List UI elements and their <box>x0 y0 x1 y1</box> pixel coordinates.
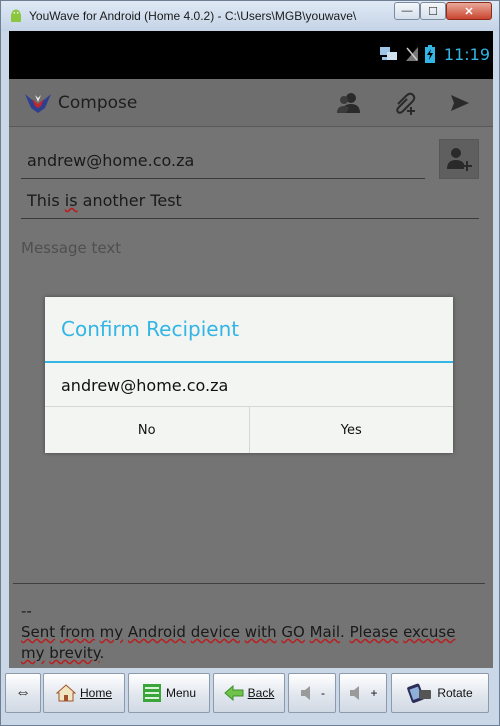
youwave-toolbar: ⇔ Home Menu Back - + Rotate <box>1 669 499 717</box>
to-field[interactable]: andrew@home.co.za <box>21 151 425 179</box>
action-bar-title: Compose <box>58 93 138 113</box>
message-body-field[interactable]: Message text <box>21 239 121 257</box>
add-contact-button[interactable] <box>439 139 479 179</box>
volume-down-label: - <box>321 686 325 700</box>
subject-misspelled-word: is <box>64 191 78 210</box>
app-logo-icon[interactable] <box>23 92 53 114</box>
dialog-title: Confirm Recipient <box>61 317 240 341</box>
add-person-icon <box>447 148 472 171</box>
close-button[interactable]: ✕ <box>446 2 492 20</box>
speaker-icon <box>301 686 310 700</box>
menu-icon <box>142 684 161 702</box>
status-icons <box>379 45 435 63</box>
signature-separator: -- <box>21 602 32 620</box>
dialog-buttons: No Yes <box>45 406 453 453</box>
signature-text: Sent from my Android device with GO Mail… <box>21 623 456 662</box>
rotate-device-icon <box>407 683 432 703</box>
signature-divider <box>13 583 485 584</box>
network-icon <box>380 47 397 60</box>
swap-button[interactable]: ⇔ <box>5 673 41 713</box>
people-icon <box>337 93 360 113</box>
menu-button[interactable]: Menu <box>128 673 210 713</box>
android-app-icon <box>11 9 21 22</box>
send-action[interactable] <box>445 89 475 117</box>
maximize-button[interactable]: ☐ <box>420 2 446 20</box>
dialog-title-divider <box>45 361 453 363</box>
status-time: 11:19 <box>443 45 490 64</box>
confirm-recipient-dialog: Confirm Recipient andrew@home.co.za No Y… <box>45 297 453 453</box>
no-button[interactable]: No <box>45 407 249 453</box>
action-bar: Compose <box>9 79 493 127</box>
rotate-label: Rotate <box>437 686 473 700</box>
contacts-action[interactable] <box>334 89 364 117</box>
volume-down-button[interactable]: - <box>288 673 336 713</box>
subject-text: This <box>27 191 65 210</box>
battery-icon <box>425 45 435 63</box>
swap-icon: ⇔ <box>15 684 31 701</box>
attach-action[interactable] <box>390 89 420 117</box>
signature-block[interactable]: -- Sent from my Android device with GO M… <box>21 601 483 664</box>
subject-text-rest: another Test <box>77 191 182 210</box>
back-label: Back <box>247 686 275 700</box>
volume-up-label: + <box>370 686 378 700</box>
subject-field[interactable]: This is another Test <box>21 191 479 219</box>
back-arrow-icon <box>223 685 244 701</box>
window-titlebar[interactable]: YouWave for Android (Home 4.0.2) - C:\Us… <box>1 1 499 31</box>
yes-button[interactable]: Yes <box>248 407 454 453</box>
back-button[interactable]: Back <box>213 673 285 713</box>
send-icon <box>451 95 469 111</box>
no-signal-icon <box>406 47 418 61</box>
speaker-icon <box>350 686 360 700</box>
status-bar: 11:19 <box>9 31 493 79</box>
home-label: Home <box>79 686 112 700</box>
home-icon <box>55 684 76 702</box>
volume-up-button[interactable]: + <box>339 673 387 713</box>
android-screen: 11:19 Compose andrew@home.co.za This is … <box>9 31 493 668</box>
home-button[interactable]: Home <box>43 673 125 713</box>
minimize-button[interactable]: — <box>394 2 420 20</box>
paperclip-icon <box>396 92 416 115</box>
dialog-message: andrew@home.co.za <box>61 376 229 395</box>
youwave-window: YouWave for Android (Home 4.0.2) - C:\Us… <box>0 0 500 726</box>
menu-label: Menu <box>165 686 197 700</box>
window-title: YouWave for Android (Home 4.0.2) - C:\Us… <box>29 9 357 23</box>
rotate-button[interactable]: Rotate <box>391 673 489 713</box>
